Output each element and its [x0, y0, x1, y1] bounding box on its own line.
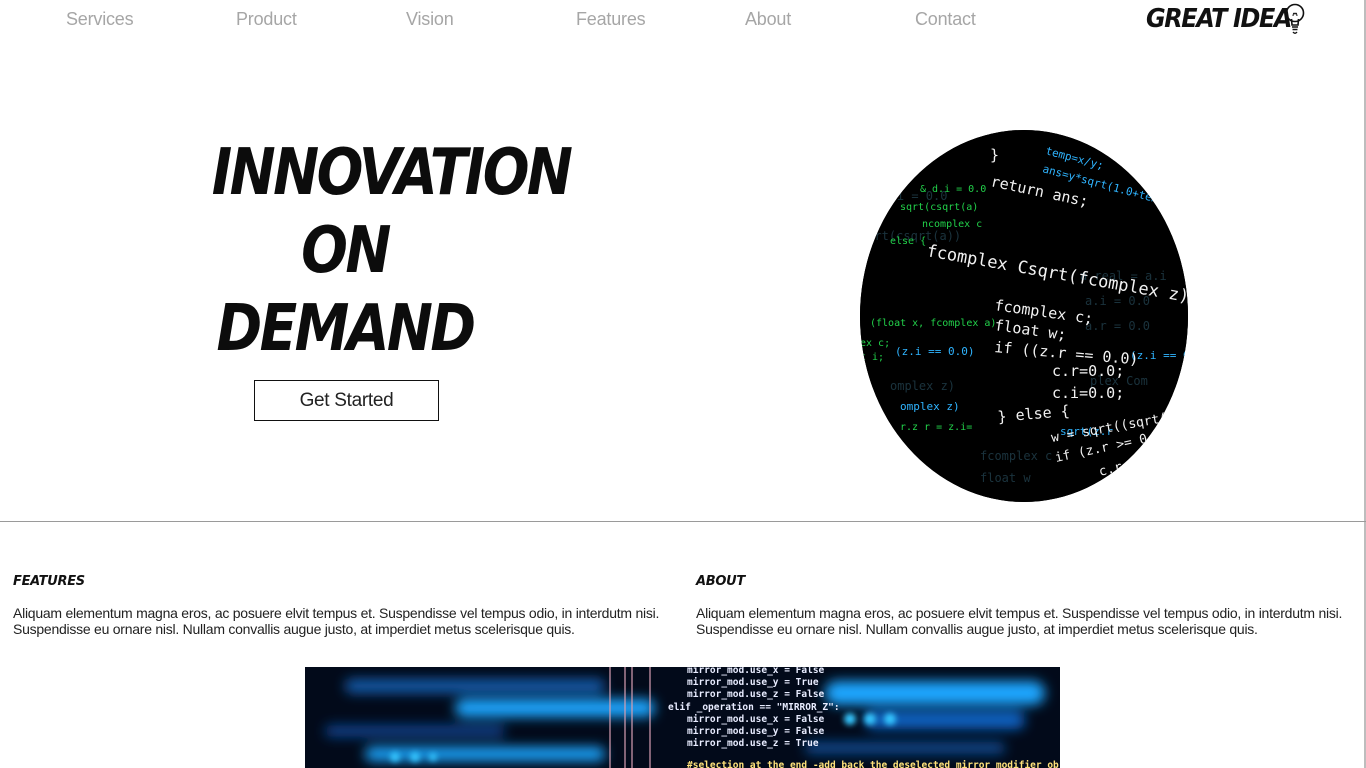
svg-text:else {: else { [890, 236, 926, 247]
banner-code-line-8: #selection at the end -add back the dese… [687, 760, 1060, 768]
svg-text:float w: float w [980, 471, 1031, 485]
code-banner-graphic: mirror_mod.use_x = False mirror_mod.use_… [305, 667, 1060, 768]
svg-text:sqrt(csqrt(a): sqrt(csqrt(a) [900, 202, 978, 213]
about-body: Aliquam elementum magna eros, ac posuere… [696, 605, 1356, 637]
svg-text:r.z r = z.i=: r.z r = z.i= [900, 422, 972, 433]
nav-services[interactable]: Services [66, 9, 134, 30]
banner-code-line-5: mirror_mod.use_x = False [687, 714, 825, 725]
features-body-line-1: Aliquam elementum magna eros, ac posuere… [13, 605, 660, 621]
banner-code-line-6: mirror_mod.use_y = False [687, 726, 825, 737]
hero-title-line-1: INNOVATION [211, 136, 573, 210]
hero-code-image: & d.i = 0.0 sqrt(csqrt(a)) a.real = a.i … [860, 130, 1188, 502]
logo-text: GREAT IDEA [1146, 4, 1292, 34]
svg-text:ex c;: ex c; [860, 338, 890, 349]
nav-features[interactable]: Features [576, 9, 646, 30]
svg-text:omplex z): omplex z) [900, 400, 960, 413]
nav-contact[interactable]: Contact [915, 9, 976, 30]
nav-product[interactable]: Product [236, 9, 297, 30]
hero-title-line-3: DEMAND [216, 292, 477, 366]
features-body-line-2: Suspendisse eu ornare nisl. Nullam conva… [13, 621, 575, 637]
banner-code-line-2: mirror_mod.use_y = True [687, 677, 819, 688]
features-title: FEATURES [13, 574, 85, 589]
code-line-ci: c.i=0.0; [1052, 384, 1124, 402]
svg-text:t i;: t i; [860, 352, 884, 363]
code-banner-image: mirror_mod.use_x = False mirror_mod.use_… [305, 667, 1060, 768]
logo[interactable]: GREAT IDEA [1146, 2, 1305, 36]
lightbulb-icon [1285, 3, 1305, 34]
banner-code-line-3: mirror_mod.use_z = False [687, 689, 825, 700]
svg-text:& d.i = 0.0: & d.i = 0.0 [920, 184, 986, 195]
features-body: Aliquam elementum magna eros, ac posuere… [13, 605, 673, 637]
nav-about[interactable]: About [745, 9, 791, 30]
code-image-graphic: & d.i = 0.0 sqrt(csqrt(a)) a.real = a.i … [860, 130, 1188, 502]
banner-code-line-4: elif _operation == "MIRROR_Z": [668, 702, 840, 713]
svg-text:fcomplex c: fcomplex c [980, 449, 1052, 463]
about-body-line-2: Suspendisse eu ornare nisl. Nullam conva… [696, 621, 1258, 637]
section-divider [0, 521, 1366, 522]
about-body-line-1: Aliquam elementum magna eros, ac posuere… [696, 605, 1343, 621]
get-started-button[interactable]: Get Started [254, 380, 439, 421]
nav-vision[interactable]: Vision [406, 9, 454, 30]
svg-text:a.r = 0.0: a.r = 0.0 [1085, 319, 1150, 333]
svg-text:}: } [990, 146, 999, 164]
hero-title-line-2: ON [301, 214, 391, 288]
banner-code-line-1: mirror_mod.use_x = False [687, 667, 825, 676]
svg-text:omplex z): omplex z) [890, 379, 955, 393]
hero-title: INNOVATION ON DEMAND [190, 134, 573, 368]
svg-text:(z.i == 0.0): (z.i == 0.0) [895, 345, 974, 358]
svg-text:(float x, fcomplex a): (float x, fcomplex a) [870, 318, 996, 329]
svg-text:ncomplex c: ncomplex c [922, 219, 982, 230]
banner-code-line-7: mirror_mod.use_z = True [687, 738, 819, 749]
about-title: ABOUT [696, 574, 745, 589]
code-line-cr: c.r=0.0; [1052, 362, 1124, 380]
